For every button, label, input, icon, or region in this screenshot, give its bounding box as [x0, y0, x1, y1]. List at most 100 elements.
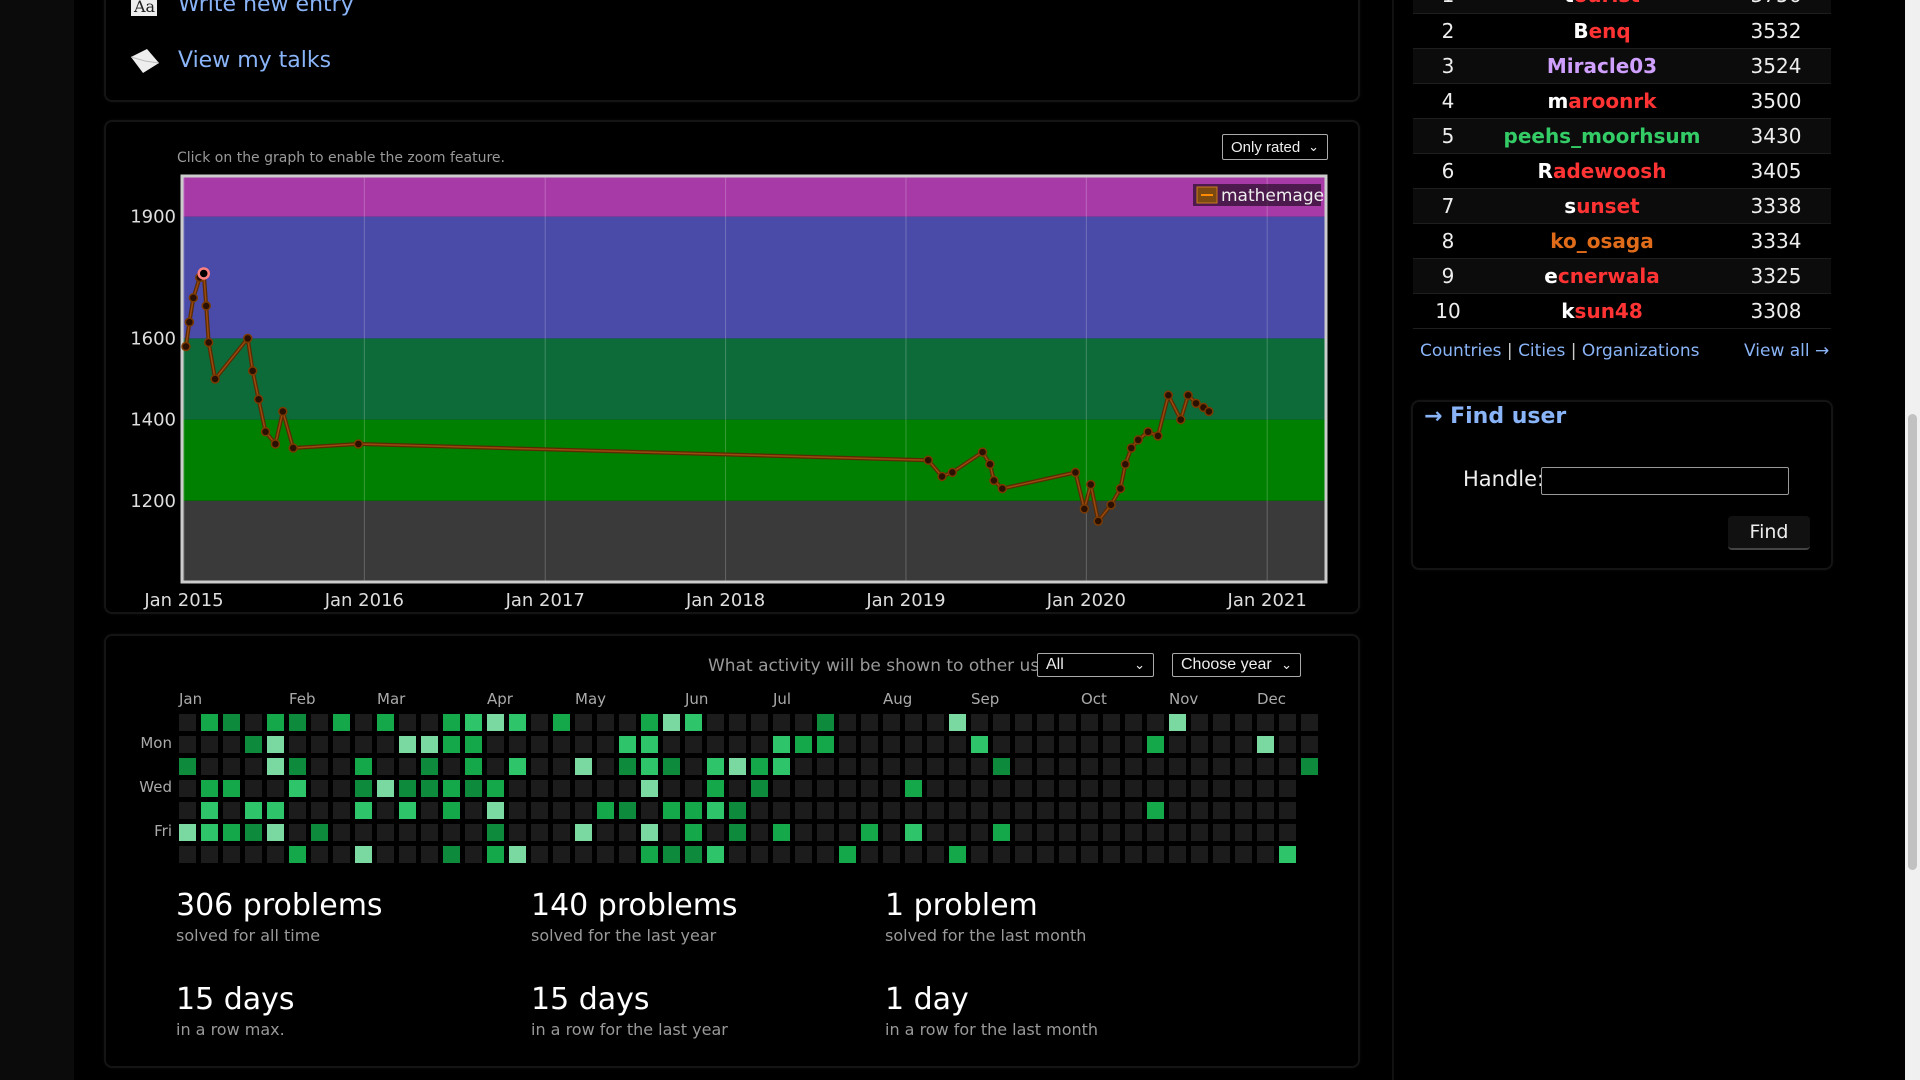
heatmap-cell[interactable]	[751, 802, 768, 819]
heatmap-cell[interactable]	[289, 714, 306, 731]
heatmap-cell[interactable]	[245, 824, 262, 841]
heatmap-cell[interactable]	[619, 736, 636, 753]
heatmap-cell[interactable]	[289, 846, 306, 863]
heatmap-cell[interactable]	[1235, 802, 1252, 819]
user-link[interactable]: sunset	[1564, 194, 1639, 218]
heatmap-cell[interactable]	[1081, 846, 1098, 863]
heatmap-cell[interactable]	[267, 736, 284, 753]
heatmap-cell[interactable]	[817, 780, 834, 797]
heatmap-cell[interactable]	[993, 802, 1010, 819]
heatmap-cell[interactable]	[355, 780, 372, 797]
handle-cell[interactable]: maroonrk	[1483, 83, 1721, 119]
heatmap-cell[interactable]	[949, 714, 966, 731]
heatmap-cell[interactable]	[685, 758, 702, 775]
heatmap-cell[interactable]	[267, 714, 284, 731]
heatmap-cell[interactable]	[201, 824, 218, 841]
heatmap-cell[interactable]	[883, 824, 900, 841]
heatmap-cell[interactable]	[839, 714, 856, 731]
countries-link[interactable]: Countries	[1420, 341, 1502, 361]
heatmap-cell[interactable]	[1037, 714, 1054, 731]
heatmap-cell[interactable]	[333, 736, 350, 753]
heatmap-cell[interactable]	[707, 736, 724, 753]
heatmap-cell[interactable]	[1257, 780, 1274, 797]
heatmap-cell[interactable]	[971, 714, 988, 731]
heatmap-cell[interactable]	[905, 780, 922, 797]
heatmap-cell[interactable]	[619, 758, 636, 775]
heatmap-cell[interactable]	[1301, 714, 1318, 731]
heatmap-cell[interactable]	[1103, 846, 1120, 863]
heatmap-cell[interactable]	[1257, 736, 1274, 753]
heatmap-cell[interactable]	[465, 758, 482, 775]
heatmap-cell[interactable]	[1213, 802, 1230, 819]
heatmap-cell[interactable]	[465, 714, 482, 731]
heatmap-cell[interactable]	[993, 780, 1010, 797]
heatmap-cell[interactable]	[333, 758, 350, 775]
scroll-thumb[interactable]	[1908, 414, 1917, 870]
heatmap-cell[interactable]	[267, 802, 284, 819]
heatmap-cell[interactable]	[839, 736, 856, 753]
heatmap-cell[interactable]	[1257, 714, 1274, 731]
heatmap-cell[interactable]	[1125, 802, 1142, 819]
heatmap-cell[interactable]	[267, 780, 284, 797]
heatmap-cell[interactable]	[1125, 780, 1142, 797]
heatmap-cell[interactable]	[465, 802, 482, 819]
heatmap-cell[interactable]	[971, 824, 988, 841]
heatmap-cell[interactable]	[751, 714, 768, 731]
heatmap-cell[interactable]	[597, 824, 614, 841]
scrollbar[interactable]	[1905, 0, 1920, 1080]
heatmap-cell[interactable]	[553, 846, 570, 863]
heatmap-cell[interactable]	[465, 824, 482, 841]
heatmap-cell[interactable]	[1103, 758, 1120, 775]
handle-cell[interactable]: Miracle03	[1483, 48, 1721, 84]
heatmap-cell[interactable]	[751, 780, 768, 797]
heatmap-cell[interactable]	[487, 736, 504, 753]
heatmap-cell[interactable]	[1301, 736, 1318, 753]
heatmap-cell[interactable]	[1125, 758, 1142, 775]
heatmap-cell[interactable]	[421, 802, 438, 819]
heatmap-cell[interactable]	[377, 736, 394, 753]
heatmap-cell[interactable]	[1147, 714, 1164, 731]
heatmap-cell[interactable]	[223, 780, 240, 797]
heatmap-cell[interactable]	[641, 802, 658, 819]
heatmap-cell[interactable]	[201, 846, 218, 863]
heatmap-cell[interactable]	[1081, 736, 1098, 753]
heatmap-cell[interactable]	[1103, 780, 1120, 797]
heatmap-cell[interactable]	[509, 846, 526, 863]
heatmap-cell[interactable]	[883, 714, 900, 731]
user-link[interactable]: ecnerwala	[1544, 264, 1659, 288]
heatmap-cell[interactable]	[1103, 736, 1120, 753]
heatmap-cell[interactable]	[333, 780, 350, 797]
heatmap-cell[interactable]	[641, 846, 658, 863]
heatmap-cell[interactable]	[597, 714, 614, 731]
heatmap-cell[interactable]	[1147, 824, 1164, 841]
heatmap-cell[interactable]	[487, 758, 504, 775]
activity-heatmap[interactable]	[0, 0, 1320, 880]
find-button[interactable]: Find	[1728, 516, 1810, 550]
heatmap-cell[interactable]	[311, 758, 328, 775]
heatmap-cell[interactable]	[443, 758, 460, 775]
heatmap-cell[interactable]	[399, 714, 416, 731]
heatmap-cell[interactable]	[553, 802, 570, 819]
heatmap-cell[interactable]	[707, 802, 724, 819]
heatmap-cell[interactable]	[773, 824, 790, 841]
heatmap-cell[interactable]	[685, 736, 702, 753]
heatmap-cell[interactable]	[1103, 714, 1120, 731]
heatmap-cell[interactable]	[201, 780, 218, 797]
heatmap-cell[interactable]	[245, 758, 262, 775]
heatmap-cell[interactable]	[729, 714, 746, 731]
heatmap-cell[interactable]	[377, 824, 394, 841]
heatmap-cell[interactable]	[509, 780, 526, 797]
heatmap-cell[interactable]	[377, 758, 394, 775]
heatmap-cell[interactable]	[663, 824, 680, 841]
heatmap-cell[interactable]	[443, 714, 460, 731]
heatmap-cell[interactable]	[1059, 736, 1076, 753]
heatmap-cell[interactable]	[949, 736, 966, 753]
heatmap-cell[interactable]	[729, 824, 746, 841]
heatmap-cell[interactable]	[1191, 780, 1208, 797]
heatmap-cell[interactable]	[1015, 846, 1032, 863]
heatmap-cell[interactable]	[289, 824, 306, 841]
heatmap-cell[interactable]	[597, 736, 614, 753]
heatmap-cell[interactable]	[399, 758, 416, 775]
heatmap-cell[interactable]	[1235, 736, 1252, 753]
heatmap-cell[interactable]	[751, 758, 768, 775]
